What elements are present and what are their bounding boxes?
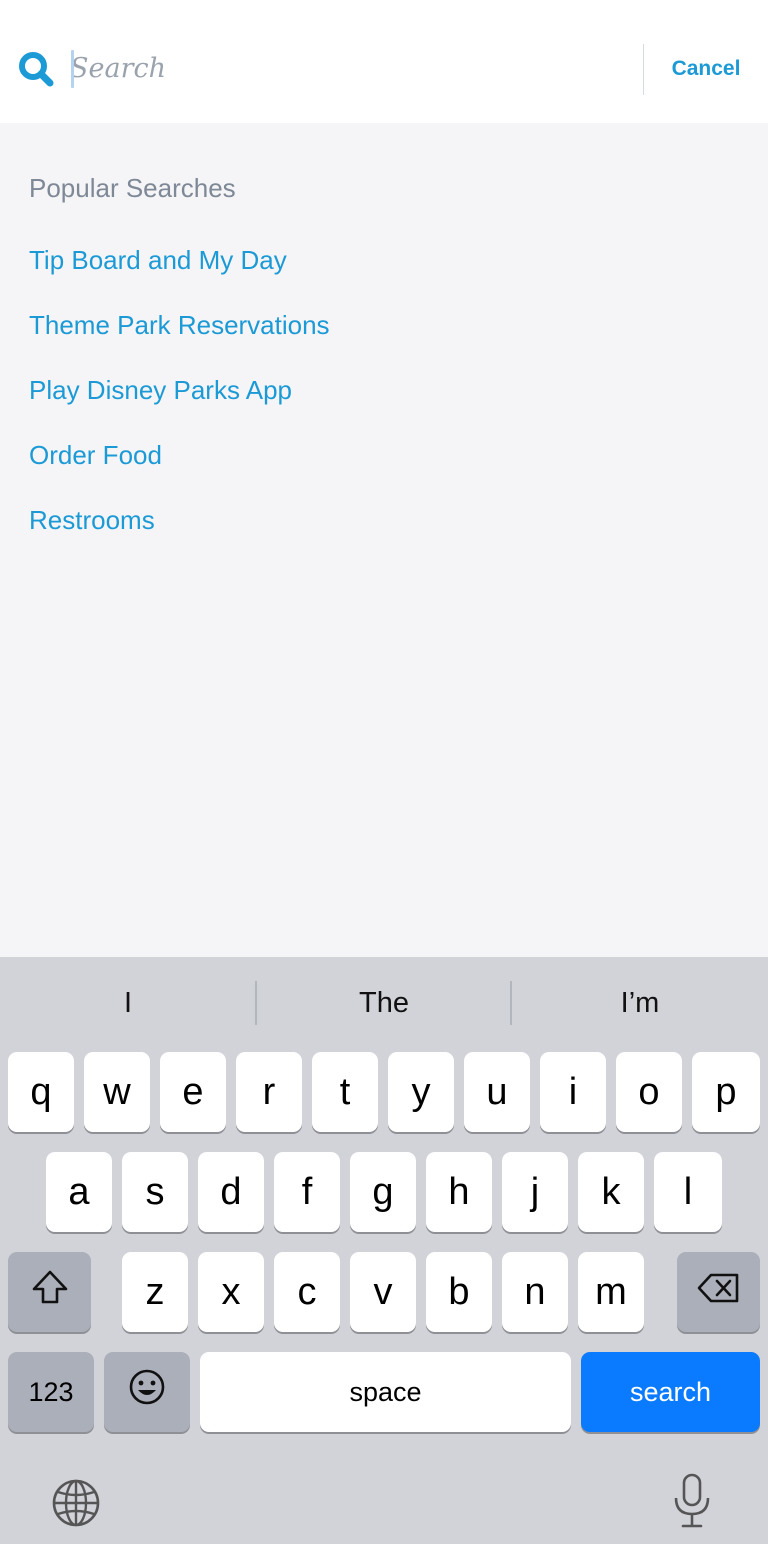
key-i[interactable]: i [540,1052,606,1132]
search-header: Cancel [0,0,768,123]
key-b[interactable]: b [426,1252,492,1332]
search-input[interactable] [70,44,630,92]
popular-search-restrooms[interactable]: Restrooms [29,505,155,536]
key-c[interactable]: c [274,1252,340,1332]
popular-search-tip-board[interactable]: Tip Board and My Day [29,245,287,276]
suggestion-item[interactable]: I’m [512,981,768,1025]
key-m[interactable]: m [578,1252,644,1332]
backspace-icon [697,1271,741,1314]
emoji-key[interactable] [104,1352,190,1432]
key-z[interactable]: z [122,1252,188,1332]
microphone-icon[interactable] [664,1473,720,1529]
key-v[interactable]: v [350,1252,416,1332]
key-k[interactable]: k [578,1152,644,1232]
emoji-icon [127,1367,167,1417]
key-l[interactable]: l [654,1152,722,1232]
header-divider [643,44,644,95]
key-u[interactable]: u [464,1052,530,1132]
shift-icon [30,1269,70,1315]
backspace-key[interactable] [677,1252,760,1332]
cancel-button[interactable]: Cancel [660,52,752,86]
text-caret [71,50,74,88]
space-key[interactable]: space [200,1352,571,1432]
popular-searches-section: Popular Searches Tip Board and My Day Th… [0,123,768,957]
key-s[interactable]: s [122,1152,188,1232]
key-e[interactable]: e [160,1052,226,1132]
search-key[interactable]: search [581,1352,760,1432]
key-o[interactable]: o [616,1052,682,1132]
suggestion-item[interactable]: The [256,981,512,1025]
globe-icon[interactable] [48,1475,104,1531]
key-j[interactable]: j [502,1152,568,1232]
popular-search-theme-park-reservations[interactable]: Theme Park Reservations [29,310,330,341]
key-a[interactable]: a [46,1152,112,1232]
key-t[interactable]: t [312,1052,378,1132]
shift-key[interactable] [8,1252,91,1332]
numbers-key[interactable]: 123 [8,1352,94,1432]
key-y[interactable]: y [388,1052,454,1132]
key-q[interactable]: q [8,1052,74,1132]
key-h[interactable]: h [426,1152,492,1232]
popular-search-order-food[interactable]: Order Food [29,440,162,471]
popular-searches-title: Popular Searches [29,173,236,203]
search-icon [16,50,56,90]
suggestion-item[interactable]: I [0,981,256,1025]
key-f[interactable]: f [274,1152,340,1232]
key-d[interactable]: d [198,1152,264,1232]
key-x[interactable]: x [198,1252,264,1332]
key-p[interactable]: p [692,1052,760,1132]
key-r[interactable]: r [236,1052,302,1132]
key-w[interactable]: w [84,1052,150,1132]
key-g[interactable]: g [350,1152,416,1232]
popular-search-play-disney-parks-app[interactable]: Play Disney Parks App [29,375,292,406]
key-n[interactable]: n [502,1252,568,1332]
keyboard: I The I’m q w e r t y u i o p a s d f g … [0,957,768,1544]
suggestion-bar: I The I’m [0,957,768,1049]
